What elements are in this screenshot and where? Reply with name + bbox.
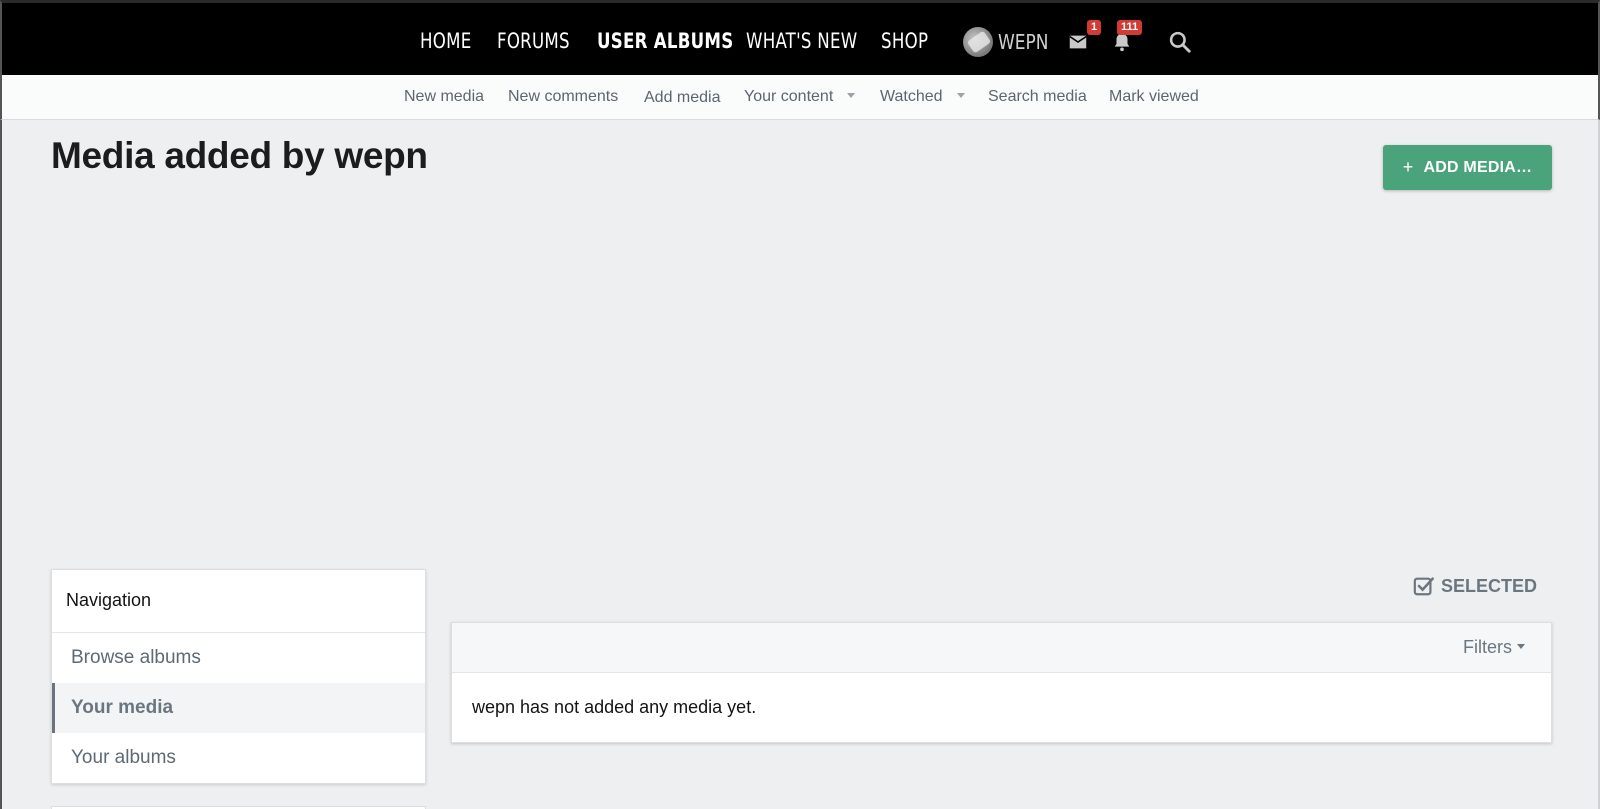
envelope-icon bbox=[1069, 35, 1087, 49]
subnav-new-media[interactable]: New media bbox=[404, 88, 484, 106]
sidebar-item-your-media[interactable]: Your media bbox=[52, 683, 425, 733]
sidebar-navigation: Navigation Browse albums Your media Your… bbox=[51, 569, 426, 784]
nav-home[interactable]: HOME bbox=[420, 29, 472, 53]
filters-label: Filters bbox=[1463, 637, 1512, 657]
selected-toggle[interactable]: SELECTED bbox=[1413, 575, 1537, 597]
subnav-your-content[interactable]: Your content bbox=[744, 88, 856, 106]
subnav-add-media[interactable]: Add media bbox=[644, 89, 721, 107]
sub-navigation-bar: New media New comments Add media Your co… bbox=[0, 75, 1600, 120]
nav-forums[interactable]: FORUMS bbox=[497, 29, 570, 53]
filter-bar: Filters bbox=[452, 623, 1551, 673]
avatar bbox=[963, 27, 993, 57]
nav-whats-new[interactable]: WHAT'S NEW bbox=[746, 29, 857, 53]
add-media-button[interactable]: + ADD MEDIA… bbox=[1383, 145, 1552, 190]
media-list-block: Filters wepn has not added any media yet… bbox=[451, 622, 1552, 743]
top-navigation-bar: HOME FORUMS USER ALBUMS WHAT'S NEW SHOP … bbox=[0, 0, 1600, 75]
subnav-your-content-label: Your content bbox=[744, 88, 834, 105]
add-media-label: ADD MEDIA… bbox=[1423, 158, 1533, 176]
sidebar-item-browse-albums[interactable]: Browse albums bbox=[52, 633, 425, 683]
user-account-link[interactable]: WEPN bbox=[963, 27, 1057, 57]
sidebar-item-your-albums[interactable]: Your albums bbox=[52, 733, 425, 783]
subnav-mark-viewed[interactable]: Mark viewed bbox=[1109, 88, 1199, 106]
nav-user-albums[interactable]: USER ALBUMS bbox=[597, 29, 733, 53]
window-edge bbox=[0, 120, 2, 809]
plus-icon: + bbox=[1402, 157, 1414, 177]
alerts-badge: 111 bbox=[1117, 20, 1143, 35]
chevron-down-icon bbox=[1517, 644, 1525, 650]
checkbox-checked-icon bbox=[1413, 577, 1434, 596]
empty-message: wepn has not added any media yet. bbox=[472, 697, 757, 717]
nav-shop[interactable]: SHOP bbox=[881, 29, 928, 53]
search-icon bbox=[1169, 31, 1191, 53]
filters-button[interactable]: Filters bbox=[1463, 637, 1525, 658]
inbox-button[interactable]: 1 bbox=[1067, 20, 1102, 55]
subnav-new-comments[interactable]: New comments bbox=[508, 88, 618, 106]
subnav-search-media[interactable]: Search media bbox=[988, 88, 1087, 106]
page-title: Media added by wepn bbox=[51, 135, 428, 176]
alerts-button[interactable]: 111 bbox=[1111, 20, 1143, 55]
search-button[interactable] bbox=[1167, 29, 1193, 55]
chevron-down-icon bbox=[956, 92, 965, 98]
inbox-badge: 1 bbox=[1087, 20, 1102, 35]
subnav-watched[interactable]: Watched bbox=[880, 88, 965, 106]
sidebar-header: Navigation bbox=[52, 570, 425, 633]
subnav-watched-label: Watched bbox=[880, 88, 943, 105]
selected-label: SELECTED bbox=[1441, 575, 1538, 596]
user-name: WEPN bbox=[998, 30, 1049, 54]
chevron-down-icon bbox=[847, 92, 856, 98]
